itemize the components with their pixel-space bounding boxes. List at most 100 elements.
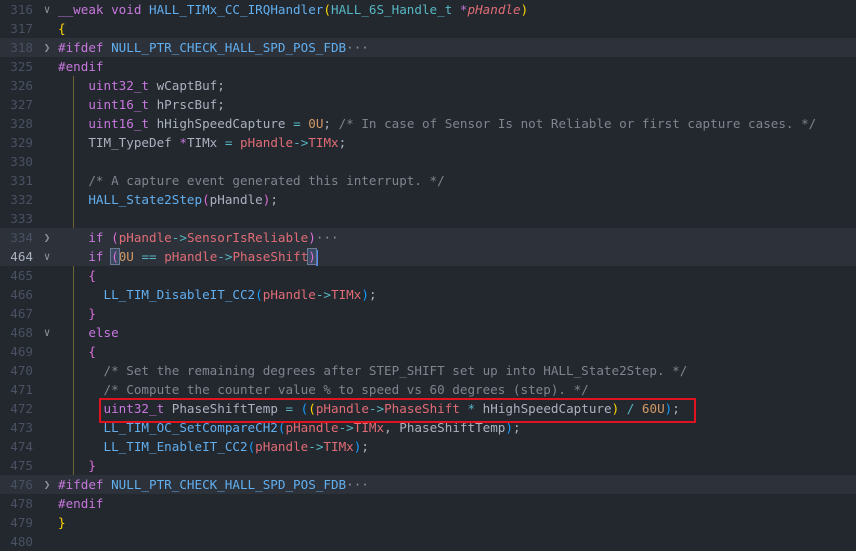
code-text: if (0U == pHandle->PhaseShift) (58, 247, 318, 266)
code-token: pHandle (467, 2, 521, 17)
line-number: 472 (10, 401, 33, 416)
code-line[interactable]: 466 LL_TIM_DisableIT_CC2(pHandle->TIMx); (0, 285, 856, 304)
line-number: 333 (10, 211, 33, 226)
line-number: 328 (10, 116, 33, 131)
code-text: #endif (58, 57, 104, 76)
line-number: 466 (10, 287, 33, 302)
code-line[interactable]: 318 ❯ #ifdef NULL_PTR_CHECK_HALL_SPD_POS_F… (0, 38, 856, 57)
line-number: 331 (10, 173, 33, 188)
fold-expanded-chevron-icon[interactable]: ∨ (40, 247, 54, 266)
code-token: ; (338, 135, 347, 150)
line-number: 471 (10, 382, 33, 397)
code-line[interactable]: 479} (0, 513, 856, 532)
code-token: HALL_6S_Handle_t (330, 2, 460, 17)
fold-collapsed-chevron-icon[interactable]: ❯ (40, 475, 54, 494)
code-line[interactable]: 333 (0, 209, 856, 228)
code-line[interactable]: 316 ∨ __weak void HALL_TIMx_CC_IRQHandler(… (0, 0, 856, 19)
line-number: 317 (10, 21, 33, 36)
code-line[interactable]: 465 { (0, 266, 856, 285)
code-token: uint16_t (88, 116, 157, 131)
code-editor[interactable]: 316 ∨ __weak void HALL_TIMx_CC_IRQHandler(… (0, 0, 856, 549)
line-number: 325 (10, 59, 33, 74)
folded-ellipsis[interactable]: ··· (346, 477, 369, 492)
line-number: 468 (10, 325, 33, 340)
code-line[interactable]: 328 uint16_t hHighSpeedCapture = 0U; /* … (0, 114, 856, 133)
code-line[interactable]: 468 ∨ else (0, 323, 856, 342)
code-token: void (111, 2, 149, 17)
folded-ellipsis[interactable]: ··· (316, 230, 339, 245)
code-token: ( (323, 2, 331, 17)
code-token: -> (308, 439, 324, 454)
code-token: TIMx (308, 135, 339, 150)
code-token: /* A capture event generated this interr… (88, 173, 445, 188)
code-text: uint16_t hPrscBuf; (58, 95, 225, 114)
code-line[interactable]: 331 /* A capture event generated this in… (0, 171, 856, 190)
code-token: pHandle (262, 287, 316, 302)
code-line[interactable]: 474 LL_TIM_EnableIT_CC2(pHandle->TIMx); (0, 437, 856, 456)
code-text: HALL_State2Step(pHandle); (58, 190, 278, 209)
code-token: ( (255, 287, 263, 302)
code-token: -> (217, 249, 233, 264)
code-token: SensorIsReliable (186, 230, 309, 245)
code-text: /* A capture event generated this interr… (58, 171, 445, 190)
line-number: 330 (10, 154, 33, 169)
code-token: ) (307, 248, 317, 265)
code-line[interactable]: 332 HALL_State2Step(pHandle); (0, 190, 856, 209)
code-line[interactable]: 471 /* Compute the counter value % to sp… (0, 380, 856, 399)
code-text: } (58, 304, 96, 323)
code-line[interactable]: 478 #endif (0, 494, 856, 513)
code-text: #ifdef NULL_PTR_CHECK_HALL_SPD_POS_FDB··… (58, 38, 369, 57)
code-token: pHandle (240, 135, 294, 150)
code-token: } (88, 458, 96, 473)
line-number: 479 (10, 515, 33, 530)
code-line[interactable]: 467 } (0, 304, 856, 323)
folded-ellipsis[interactable]: ··· (346, 40, 369, 55)
code-token: pHandle (209, 192, 263, 207)
code-line[interactable]: 470 /* Set the remaining degrees after S… (0, 361, 856, 380)
code-token: if (88, 230, 112, 245)
code-line[interactable]: 476 ❯ #ifdef NULL_PTR_CHECK_HALL_SPD_POS_F… (0, 475, 856, 494)
code-line[interactable]: 475 } (0, 456, 856, 475)
fold-expanded-chevron-icon[interactable]: ∨ (40, 323, 54, 342)
code-token: -> (293, 135, 309, 150)
code-text: #endif (58, 494, 104, 513)
fold-collapsed-chevron-icon[interactable]: ❯ (40, 228, 54, 247)
fold-collapsed-chevron-icon[interactable]: ❯ (40, 38, 54, 57)
code-token: 0U (308, 116, 324, 131)
code-token: ; (323, 116, 339, 131)
code-text: if (pHandle->SensorIsReliable)··· (58, 228, 339, 247)
code-line[interactable]: 325 #endif (0, 57, 856, 76)
fold-expanded-chevron-icon[interactable]: ∨ (40, 0, 54, 19)
code-token: #ifdef (58, 40, 112, 55)
code-text: } (58, 513, 66, 532)
code-token: ) (520, 2, 529, 17)
code-line[interactable]: 464 ∨ if (0U == pHandle->PhaseShift) (0, 247, 856, 266)
code-line[interactable]: 329 TIM_TypeDef *TIMx = pHandle->TIMx; (0, 133, 856, 152)
code-line[interactable]: 327 uint16_t hPrscBuf; (0, 95, 856, 114)
code-line[interactable]: 330 (0, 152, 856, 171)
line-number: 329 (10, 135, 33, 150)
code-line[interactable]: 326 uint32_t wCaptBuf; (0, 76, 856, 95)
code-line[interactable]: 469 { (0, 342, 856, 361)
line-number: 474 (10, 439, 33, 454)
code-line[interactable]: 317 { (0, 19, 856, 38)
line-number: 470 (10, 363, 33, 378)
code-token: -> (171, 230, 187, 245)
text-cursor (315, 249, 318, 266)
line-number: 475 (10, 458, 33, 473)
code-text: uint32_t wCaptBuf; (58, 76, 225, 95)
code-line[interactable]: 334 ❯ if (pHandle->SensorIsReliable)··· (0, 228, 856, 247)
code-text: LL_TIM_DisableIT_CC2(pHandle->TIMx); (58, 285, 377, 304)
